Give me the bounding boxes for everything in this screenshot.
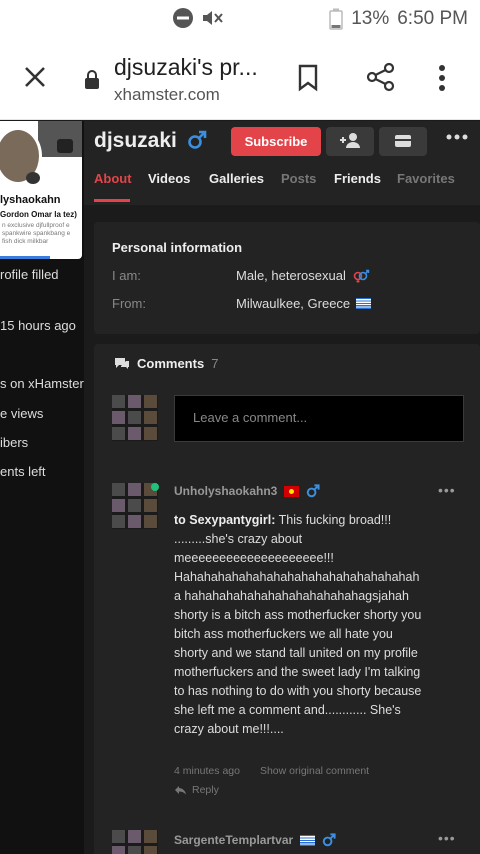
tab-favorites[interactable]: Favorites (397, 171, 455, 186)
clock: 6:50 PM (397, 8, 468, 29)
profile-header: djsuzaki Subscribe About Videos Gallerie… (84, 121, 480, 205)
tab-galleries[interactable]: Galleries (209, 171, 264, 186)
url-text[interactable]: xhamster.com (114, 85, 220, 105)
profile-tabs: About Videos Galleries Posts Friends Fav… (84, 169, 480, 205)
mute-icon (203, 11, 223, 25)
profile-username: djsuzaki (94, 129, 177, 152)
heterosexual-icon (353, 269, 370, 282)
sidebar-item: e views (0, 406, 44, 421)
more-horiz-icon[interactable] (446, 134, 468, 140)
battery-icon (329, 8, 343, 30)
sidebar-item: ibers (0, 435, 29, 450)
card-subtitle: Gordon Omar la tez) (0, 210, 77, 219)
sidebar-item: rofile filled (0, 267, 59, 282)
sidebar-item: s on xHamster (0, 376, 84, 391)
personal-info-title: Personal information (112, 240, 243, 255)
battery-percent: 13% (351, 8, 390, 29)
commenter-avatar[interactable] (112, 830, 158, 854)
camera-icon[interactable] (26, 172, 40, 184)
greece-flag-icon (356, 298, 372, 309)
male-icon (188, 130, 207, 149)
macedonia-flag-icon (284, 485, 300, 497)
tab-posts[interactable]: Posts (281, 171, 316, 186)
i-am-value: Male, heterosexual (236, 268, 346, 283)
online-indicator (151, 483, 159, 491)
bookmark-icon[interactable] (297, 64, 319, 92)
from-label: From: (112, 296, 146, 311)
comment-input[interactable]: Leave a comment... (174, 395, 464, 442)
greece-flag-icon (300, 834, 316, 846)
comment-author[interactable]: Unholyshaokahn3 (174, 484, 277, 498)
commenter-avatar[interactable] (112, 483, 158, 529)
page-title: djsuzaki's pr... (114, 54, 258, 80)
profile-progress-bar (0, 256, 50, 259)
i-am-label: I am: (112, 268, 141, 283)
page-content: lyshaokahn Gordon Omar la tez) n exclusi… (0, 121, 480, 854)
sidebar-item: 15 hours ago (0, 318, 76, 333)
active-tab-indicator (94, 199, 130, 202)
message-button[interactable] (379, 127, 427, 156)
add-friend-button[interactable] (326, 127, 374, 156)
comment-body: to Sexypantygirl: This fucking broad!!! … (174, 511, 424, 739)
comment-more-icon[interactable]: ••• (438, 830, 456, 846)
subscribe-button[interactable]: Subscribe (231, 127, 321, 156)
more-vert-icon[interactable] (438, 64, 446, 92)
show-original-link[interactable]: Show original comment (260, 765, 369, 777)
card-username: lyshaokahn (0, 194, 61, 206)
do-not-disturb-icon (173, 8, 193, 28)
share-icon[interactable] (366, 62, 396, 92)
tab-videos[interactable]: Videos (148, 171, 190, 186)
close-icon[interactable] (22, 64, 48, 90)
comments-title: Comments (137, 356, 205, 371)
sidebar-item: ents left (0, 464, 46, 479)
tab-about[interactable]: About (94, 171, 132, 186)
profile-card[interactable]: lyshaokahn Gordon Omar la tez) n exclusi… (0, 121, 82, 259)
male-icon (322, 833, 336, 847)
my-avatar (112, 395, 158, 441)
comment-author[interactable]: SargenteTemplartvar (174, 833, 293, 847)
comment-text: This fucking broad!!! .........she's cra… (174, 513, 422, 736)
reply-button[interactable]: Reply (174, 784, 219, 796)
status-bar: 13% 6:50 PM (0, 0, 480, 38)
personal-info-panel: Personal information I am: Male, heteros… (94, 222, 480, 334)
lock-icon (85, 70, 99, 89)
from-value[interactable]: Milwaulkee, Greece (236, 296, 350, 311)
comments-count: 7 (211, 356, 219, 371)
tab-friends[interactable]: Friends (334, 171, 381, 186)
male-icon (307, 484, 320, 498)
left-sidebar: lyshaokahn Gordon Omar la tez) n exclusi… (0, 121, 84, 854)
reply-icon (175, 786, 186, 795)
comments-icon (115, 358, 129, 369)
message-icon (395, 135, 411, 147)
camera-icon[interactable] (57, 139, 73, 153)
add-friend-icon (340, 133, 360, 148)
reply-label: Reply (192, 784, 219, 796)
comment-reply-to[interactable]: to Sexypantygirl: (174, 513, 275, 527)
browser-toolbar: djsuzaki's pr... xhamster.com (0, 38, 480, 120)
comment-more-icon[interactable]: ••• (438, 482, 456, 498)
comment-time: 4 minutes ago (174, 765, 240, 777)
comments-panel: Comments 7 Leave a comment... Unholyshao… (94, 344, 480, 854)
card-bio: n exclusive djfullproof e spankwire span… (2, 222, 71, 245)
